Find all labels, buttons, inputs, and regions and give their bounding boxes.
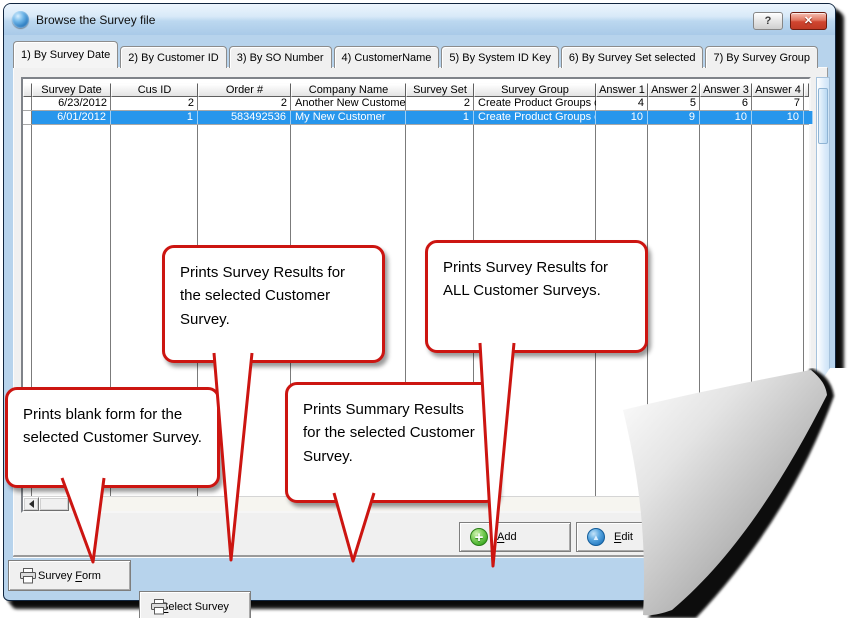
header-answer-4: Answer 4 (752, 83, 804, 97)
edit-button[interactable]: ▲ Edit (576, 522, 672, 552)
header-cus-id: Cus ID (111, 83, 198, 97)
header-filler (804, 83, 809, 97)
app-globe-icon (12, 11, 29, 28)
printer-icon (150, 599, 168, 615)
add-button[interactable]: + Add (459, 522, 571, 552)
header-answer-1: Answer 1 (596, 83, 648, 97)
table-row[interactable]: 6/23/2012 2 2 Another New Customer 2 Cre… (23, 97, 809, 111)
tab-by-customer-id[interactable]: 2) By Customer ID (120, 46, 226, 68)
close-button[interactable]: ✕ (790, 12, 827, 30)
titlebar[interactable]: Browse the Survey file ? ✕ (4, 4, 835, 35)
page: Browse the Survey file ? ✕ 1) By Survey … (0, 0, 848, 618)
vertical-scrollbar[interactable] (816, 77, 830, 513)
vertical-scroll-thumb[interactable] (818, 88, 828, 144)
horizontal-scroll-thumb[interactable] (39, 497, 69, 511)
left-arrow-icon (29, 500, 34, 508)
header-answer-2: Answer 2 (648, 83, 700, 97)
callout-select-survey: Prints Survey Results for the selected C… (162, 245, 385, 363)
header-survey-group: Survey Group (474, 83, 596, 97)
survey-form-button[interactable]: Survey Form (8, 560, 131, 591)
callout-all-results: Prints Survey Results for ALL Customer S… (425, 240, 648, 353)
select-survey-button[interactable]: Select Survey (139, 591, 251, 618)
scroll-left-button[interactable] (23, 497, 39, 511)
callout-survey-form: Prints blank form for the selected Custo… (5, 387, 220, 488)
header-survey-set: Survey Set (406, 83, 474, 97)
tab-by-survey-group[interactable]: 7) By Survey Group (705, 46, 818, 68)
tab-by-survey-date[interactable]: 1) By Survey Date (13, 41, 118, 68)
edit-button-label: Edit (614, 531, 633, 543)
tab-customer-name[interactable]: 4) CustomerName (334, 46, 440, 68)
tab-by-system-id-key[interactable]: 5) By System ID Key (441, 46, 558, 68)
header-company-name: Company Name (291, 83, 406, 97)
tab-by-so-number[interactable]: 3) By SO Number (229, 46, 332, 68)
header-order: Order # (198, 83, 291, 97)
button-area-divider (13, 556, 828, 558)
header-gutter (23, 83, 32, 97)
add-button-label: Add (497, 531, 517, 543)
table-row-selected[interactable]: 6/01/2012 1 583492536 My New Customer 1 … (23, 111, 809, 125)
add-plus-icon: + (470, 528, 488, 546)
printer-icon (19, 568, 37, 584)
edit-triangle-icon: ▲ (587, 528, 605, 546)
tab-by-survey-set-selected[interactable]: 6) By Survey Set selected (561, 46, 704, 68)
header-survey-date: Survey Date (32, 83, 111, 97)
tab-bar: 1) By Survey Date 2) By Customer ID 3) B… (13, 41, 818, 68)
window-title: Browse the Survey file (36, 13, 746, 27)
select-survey-label: Select Survey (161, 601, 229, 613)
callout-select-results: Prints Summary Results for the selected … (285, 382, 498, 503)
browse-survey-window: Browse the Survey file ? ✕ 1) By Survey … (3, 3, 836, 601)
grid-header-row: Survey Date Cus ID Order # Company Name … (23, 83, 809, 97)
header-answer-3: Answer 3 (700, 83, 752, 97)
help-button[interactable]: ? (753, 12, 783, 30)
survey-form-label: Survey Form (38, 570, 101, 582)
